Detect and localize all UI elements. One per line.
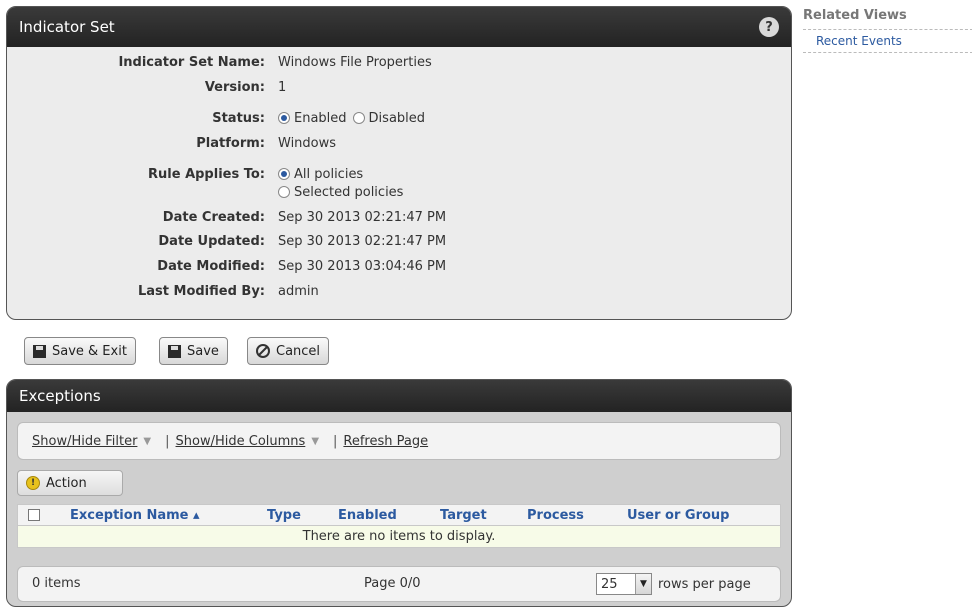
exceptions-header: Exceptions <box>7 380 791 412</box>
rows-per-page-value: 25 <box>601 576 618 592</box>
version-row: Version: 1 <box>7 76 791 98</box>
name-value: Windows File Properties <box>278 54 432 70</box>
created-value: Sep 30 2013 02:21:47 PM <box>278 209 447 225</box>
platform-label: Platform: <box>196 135 265 151</box>
modified-by-value: admin <box>278 283 319 299</box>
show-hide-columns-link[interactable]: Show/Hide Columns <box>176 434 306 449</box>
column-header-type[interactable]: Type <box>267 508 301 523</box>
rule-all-option: All policies <box>278 167 369 182</box>
updated-value: Sep 30 2013 02:21:47 PM <box>278 233 447 249</box>
exceptions-panel: Exceptions Show/Hide Filter ▼ | Show/Hid… <box>6 379 792 607</box>
panel-title: Indicator Set <box>19 18 115 36</box>
column-header-target[interactable]: Target <box>440 508 487 523</box>
rows-per-page-control: 25 ▼ rows per page <box>596 573 751 595</box>
rule-selected-radio[interactable] <box>278 186 290 198</box>
refresh-page-link[interactable]: Refresh Page <box>343 434 428 449</box>
action-label: Action <box>46 475 87 491</box>
show-hide-filter-link[interactable]: Show/Hide Filter <box>32 434 137 449</box>
updated-label: Date Updated: <box>158 233 265 249</box>
cancel-button[interactable]: Cancel <box>247 337 330 365</box>
recent-events-link[interactable]: Recent Events <box>803 30 972 53</box>
floppy-disk-icon <box>168 344 181 358</box>
cancel-label: Cancel <box>276 343 321 359</box>
version-label: Version: <box>204 79 265 95</box>
name-row: Indicator Set Name: Windows File Propert… <box>7 51 791 73</box>
column-header-exception-name[interactable]: Exception Name ▴ <box>70 508 200 523</box>
rows-per-page-label: rows per page <box>658 576 751 592</box>
item-count: 0 items <box>32 576 81 591</box>
created-label: Date Created: <box>162 209 265 225</box>
modified-label: Date Modified: <box>157 258 265 274</box>
created-row: Date Created: Sep 30 2013 02:21:47 PM <box>7 206 791 228</box>
status-options: Enabled Disabled <box>278 111 431 126</box>
rows-per-page-select[interactable]: 25 ▼ <box>596 573 652 595</box>
platform-value: Windows <box>278 135 337 151</box>
status-disabled-radio[interactable] <box>352 112 365 124</box>
status-enabled-radio[interactable] <box>278 112 290 124</box>
modified-value: Sep 30 2013 03:04:46 PM <box>278 258 447 274</box>
modified-by-row: Last Modified By: admin <box>7 280 791 302</box>
rule-label: Rule Applies To: <box>148 166 265 182</box>
indicator-set-panel: Indicator Set ? Indicator Set Name: Wind… <box>6 6 792 320</box>
name-label: Indicator Set Name: <box>118 54 265 70</box>
status-row: Status: Enabled Disabled <box>7 107 791 129</box>
rule-all-label: All policies <box>294 166 364 182</box>
rule-selected-label: Selected policies <box>294 184 404 200</box>
panel-header: Indicator Set ? <box>7 7 791 47</box>
column-header-enabled[interactable]: Enabled <box>338 508 397 523</box>
updated-row: Date Updated: Sep 30 2013 02:21:47 PM <box>7 230 791 252</box>
page-indicator: Page 0/0 <box>364 576 421 591</box>
rule-selected-option: Selected policies <box>278 185 409 200</box>
empty-table-message: There are no items to display. <box>17 526 781 548</box>
platform-row: Platform: Windows <box>7 132 791 154</box>
exceptions-title: Exceptions <box>19 387 101 405</box>
status-enabled-label: Enabled <box>294 110 347 126</box>
column-header-process[interactable]: Process <box>527 508 584 523</box>
save-label: Save <box>187 343 219 359</box>
save-button[interactable]: Save <box>159 337 228 365</box>
save-exit-label: Save & Exit <box>52 343 127 359</box>
table-header: Exception Name ▴ Type Enabled Target Pro… <box>17 504 781 526</box>
floppy-disk-icon <box>33 344 46 358</box>
chevron-down-icon[interactable]: ▼ <box>635 574 651 594</box>
column-header-user-or-group[interactable]: User or Group <box>627 508 730 523</box>
rule-selected-row: Selected policies <box>7 181 791 203</box>
help-icon[interactable]: ? <box>759 17 779 37</box>
modified-row: Date Modified: Sep 30 2013 03:04:46 PM <box>7 255 791 277</box>
toolbar-divider: | <box>165 433 170 449</box>
chevron-down-icon[interactable]: ▼ <box>311 436 319 447</box>
action-button[interactable]: ! Action <box>17 470 123 496</box>
save-exit-button[interactable]: Save & Exit <box>24 337 136 365</box>
table-footer: 0 items Page 0/0 25 ▼ rows per page <box>17 566 781 602</box>
status-disabled-label: Disabled <box>368 110 426 126</box>
toolbar-divider: | <box>333 433 338 449</box>
modified-by-label: Last Modified By: <box>137 283 265 299</box>
shield-icon: ! <box>26 476 40 490</box>
cancel-icon <box>256 344 270 358</box>
rule-all-radio[interactable] <box>278 168 290 180</box>
related-views: Related Views Recent Events <box>803 8 972 53</box>
chevron-down-icon[interactable]: ▼ <box>143 436 151 447</box>
exceptions-toolbar: Show/Hide Filter ▼ | Show/Hide Columns ▼… <box>17 422 781 460</box>
exceptions-table: Exception Name ▴ Type Enabled Target Pro… <box>17 504 781 548</box>
status-label: Status: <box>212 110 265 126</box>
version-value: 1 <box>278 79 287 95</box>
related-views-title: Related Views <box>803 8 972 30</box>
select-all-checkbox[interactable] <box>28 509 40 521</box>
